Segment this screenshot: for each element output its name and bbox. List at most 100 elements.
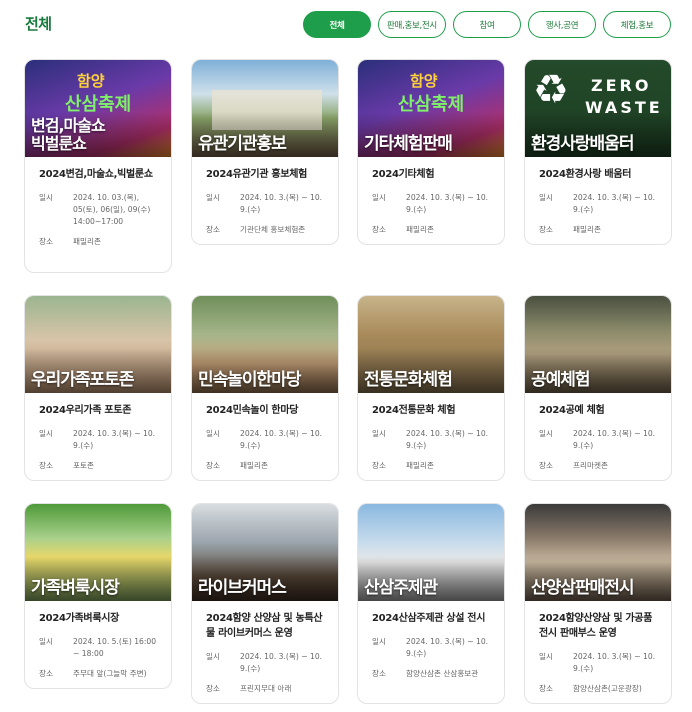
program-card[interactable]: 함양 산삼축제 변검,마술쇼 빅벌룬쇼 2024변검,마술쇼,빅벌룬쇼 일시 20… (24, 59, 172, 273)
poster-title: 함양 (410, 72, 438, 90)
poster-zero: ZERO (591, 76, 652, 95)
card-date: 2024. 10. 3.(목) ~ 10. 9.(수) (240, 652, 323, 673)
card-overlay-title: 우리가족포토존 (31, 370, 134, 390)
card-title: 2024기타체험 (372, 169, 435, 180)
card-place: 포토존 (73, 461, 94, 470)
card-date: 2024. 10. 5.(토) 16:00 ~ 18:00 (73, 637, 157, 658)
card-thumbnail: 우리가족포토존 (25, 296, 171, 393)
place-label: 장소 (206, 225, 220, 234)
place-label: 장소 (206, 684, 220, 693)
card-place: 패밀리존 (240, 461, 268, 470)
place-label: 장소 (372, 461, 386, 470)
card-date: 2024. 10. 3.(목) ~ 10. 9.(수) (240, 193, 323, 214)
card-title: 2024전통문화 체험 (372, 405, 456, 416)
card-thumbnail: 민속놀이한마당 (192, 296, 338, 393)
date-label: 일시 (372, 193, 386, 202)
card-title: 2024민속놀이 한마당 (206, 405, 299, 416)
card-place: 주무대 앞(그늘막 주변) (73, 669, 147, 678)
place-label: 장소 (539, 461, 553, 470)
filter-events-button[interactable]: 행사,공연 (528, 11, 596, 38)
card-thumbnail: 함양 산삼축제 변검,마술쇼 빅벌룬쇼 (25, 60, 171, 157)
filter-sales-promo-button[interactable]: 판매,홍보,전시 (378, 11, 446, 38)
program-card[interactable]: ♻ ZERO WASTE 환경사랑배움터 2024환경사랑 배움터 일시 2024… (524, 59, 672, 245)
date-label: 일시 (39, 637, 53, 646)
card-thumbnail: 전통문화체험 (358, 296, 504, 393)
program-card[interactable]: 공예체험 2024공예 체험 일시 2024. 10. 3.(목) ~ 10. 9… (524, 295, 672, 481)
date-label: 일시 (206, 193, 220, 202)
program-card[interactable]: 우리가족포토존 2024우리가족 포토존 일시 2024. 10. 3.(목) ~… (24, 295, 172, 481)
card-overlay-title: 산삼주제관 (364, 578, 438, 598)
date-label: 일시 (206, 652, 220, 661)
poster-title: 함양 (77, 72, 105, 90)
card-place: 프린지무대 아래 (240, 684, 292, 693)
card-place: 패밀리존 (406, 461, 434, 470)
page-title: 전체 (25, 15, 52, 33)
card-place: 패밀리존 (73, 237, 101, 246)
card-date: 2024. 10. 3.(목) ~ 10. 9.(수) (240, 429, 323, 450)
place-label: 장소 (206, 461, 220, 470)
place-label: 장소 (39, 237, 53, 246)
recycle-icon: ♻ (533, 67, 569, 113)
card-overlay-title: 산양삼판매전시 (531, 578, 634, 598)
card-title: 2024함양 산양삼 및 농특산물 라이브커머스 운영 (206, 613, 323, 639)
program-card[interactable]: 함양 산삼축제 기타체험판매 2024기타체험 일시 2024. 10. 3.(목… (357, 59, 505, 245)
date-label: 일시 (539, 652, 553, 661)
place-label: 장소 (539, 225, 553, 234)
program-card[interactable]: 라이브커머스 2024함양 산양삼 및 농특산물 라이브커머스 운영 일시 202… (191, 503, 339, 704)
card-title: 2024산삼주제관 상설 전시 (372, 613, 486, 624)
card-overlay-title: 민속놀이한마당 (198, 370, 301, 390)
card-place: 기관단체 홍보체험존 (240, 225, 306, 234)
card-thumbnail: 공예체험 (525, 296, 671, 393)
category-filter-bar: 전체 판매,홍보,전시 참여 행사,공연 체험,홍보 (303, 11, 671, 38)
filter-participation-button[interactable]: 참여 (453, 11, 521, 38)
program-card[interactable]: 가족벼룩시장 2024가족벼룩시장 일시 2024. 10. 5.(토) 16:0… (24, 503, 172, 689)
date-label: 일시 (39, 193, 53, 202)
card-title: 2024함양산양삼 및 가공품 전시 판매부스 운영 (539, 613, 653, 639)
card-date: 2024. 10. 3.(목) ~ 10. 9.(수) (406, 429, 489, 450)
card-date: 2024. 10. 3.(목) ~ 10. 9.(수) (406, 637, 489, 658)
card-title: 2024공예 체험 (539, 405, 605, 416)
card-overlay-title: 변검,마술쇼 빅벌룬쇼 (31, 116, 106, 153)
date-label: 일시 (372, 637, 386, 646)
place-label: 장소 (39, 461, 53, 470)
program-card[interactable]: 산삼주제관 2024산삼주제관 상설 전시 일시 2024. 10. 3.(목) … (357, 503, 505, 704)
card-overlay-title: 가족벼룩시장 (31, 578, 120, 598)
card-date: 2024. 10. 3.(목) ~ 10. 9.(수) (573, 652, 656, 673)
date-label: 일시 (206, 429, 220, 438)
program-card[interactable]: 민속놀이한마당 2024민속놀이 한마당 일시 2024. 10. 3.(목) ~… (191, 295, 339, 481)
date-label: 일시 (539, 193, 553, 202)
card-overlay-title: 라이브커머스 (198, 578, 287, 598)
card-title: 2024우리가족 포토존 (39, 405, 132, 416)
card-thumbnail: 가족벼룩시장 (25, 504, 171, 601)
program-card[interactable]: 전통문화체험 2024전통문화 체험 일시 2024. 10. 3.(목) ~ 1… (357, 295, 505, 481)
card-thumbnail: ♻ ZERO WASTE 환경사랑배움터 (525, 60, 671, 157)
date-label: 일시 (39, 429, 53, 438)
date-label: 일시 (539, 429, 553, 438)
date-label: 일시 (372, 429, 386, 438)
place-label: 장소 (539, 684, 553, 693)
card-thumbnail: 함양 산삼축제 기타체험판매 (358, 60, 504, 157)
card-place: 프리마켓존 (573, 461, 608, 470)
card-date: 2024. 10. 3.(목) ~ 10. 9.(수) (73, 429, 156, 450)
card-title: 2024환경사랑 배움터 (539, 169, 632, 180)
place-label: 장소 (372, 225, 386, 234)
card-overlay-title: 전통문화체험 (364, 370, 453, 390)
card-overlay-title: 환경사랑배움터 (531, 134, 634, 154)
card-overlay-title: 기타체험판매 (364, 134, 453, 154)
filter-experience-button[interactable]: 체험,홍보 (603, 11, 671, 38)
card-title: 2024변검,마술쇼,빅벌룬쇼 (39, 169, 153, 180)
card-title: 2024유관기관 홍보체험 (206, 169, 308, 180)
program-card[interactable]: 산양삼판매전시 2024함양산양삼 및 가공품 전시 판매부스 운영 일시 202… (524, 503, 672, 704)
place-label: 장소 (39, 669, 53, 678)
place-label: 장소 (372, 669, 386, 678)
card-thumbnail: 라이브커머스 (192, 504, 338, 601)
card-overlay-title: 유관기관홍보 (198, 134, 287, 154)
card-date: 2024. 10. 3.(목) ~ 10. 9.(수) (573, 193, 656, 214)
card-place: 패밀리존 (406, 225, 434, 234)
card-place: 함양산삼촌 산삼홍보관 (406, 669, 479, 678)
program-card[interactable]: 유관기관홍보 2024유관기관 홍보체험 일시 2024. 10. 3.(목) ~… (191, 59, 339, 245)
card-thumbnail: 산양삼판매전시 (525, 504, 671, 601)
card-thumbnail: 유관기관홍보 (192, 60, 338, 157)
card-date: 2024. 10. 3.(목) ~ 10. 9.(수) (573, 429, 656, 450)
filter-all-button[interactable]: 전체 (303, 11, 371, 38)
